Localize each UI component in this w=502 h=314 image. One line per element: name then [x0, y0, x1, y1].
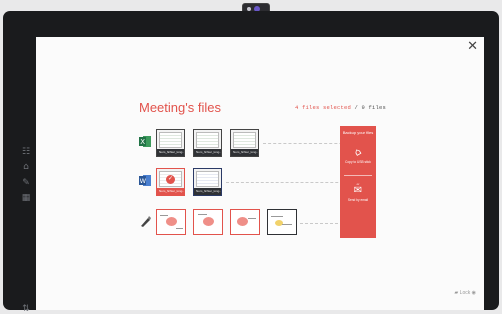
word-icon: W — [139, 175, 151, 186]
backup-panel: Backup your files ⌂ Copy to USB stick or… — [340, 126, 376, 238]
total-count: / 9 files — [354, 104, 386, 111]
file-thumbnail[interactable]: ✓ Nom_fichier_long... — [156, 168, 185, 196]
send-email-button[interactable]: Send by email — [340, 198, 376, 203]
drawing-thumbnail[interactable] — [267, 209, 297, 235]
file-thumbnail[interactable]: Nom_fichier_long... — [193, 129, 222, 157]
email-icon[interactable]: ✉ — [340, 185, 376, 196]
selected-count: 4 files selected — [294, 104, 351, 111]
file-name: Nom_fichier_long... — [231, 149, 258, 156]
display-bezel: ☷ ⌂ ✎ ▦ ⇅ ▭ → ⇅ ✕ Meeting's files 4 file… — [3, 11, 499, 314]
drawing-thumbnail[interactable] — [156, 209, 186, 235]
file-name: Nom_fichier_long... — [194, 188, 221, 195]
selection-counter: 4 files selected / 9 files — [295, 104, 386, 111]
file-thumbnail[interactable]: Nom_fichier_long... — [193, 168, 222, 196]
footer-controls: ▰ Lock ◉ — [454, 290, 476, 296]
folder-icon[interactable]: ▰ — [454, 290, 458, 296]
file-thumbnail[interactable]: Nom_fichier_long... — [156, 129, 185, 157]
excel-icon: X — [139, 136, 151, 147]
or-divider: or — [344, 172, 372, 186]
swap-icon[interactable]: ⇅ — [19, 304, 33, 314]
file-name: Nom_fichier_long... — [157, 188, 184, 195]
users-icon[interactable]: ☷ — [19, 147, 33, 157]
apps-icon[interactable]: ▦ — [19, 193, 33, 203]
file-name: Nom_fichier_long... — [194, 149, 221, 156]
pen-tool-icon[interactable]: ✎ — [19, 178, 33, 188]
dialog-title: Meeting's files — [139, 100, 221, 115]
lock-icon[interactable]: ◉ — [472, 290, 476, 296]
lock-label[interactable]: Lock — [460, 290, 471, 296]
checkmark-icon: ✓ — [166, 175, 175, 184]
pen-icon — [141, 216, 151, 227]
file-name: Nom_fichier_long... — [157, 149, 184, 156]
close-icon[interactable]: ✕ — [467, 39, 478, 54]
backup-panel-title: Backup your files — [342, 130, 374, 135]
drawing-thumbnail[interactable] — [193, 209, 223, 235]
file-thumbnail[interactable]: Nom_fichier_long... — [230, 129, 259, 157]
svg-text:W: W — [140, 177, 147, 185]
home-icon[interactable]: ⌂ — [19, 162, 33, 172]
left-toolbar: ☷ ⌂ ✎ ▦ ⇅ — [15, 37, 37, 314]
screen: ✕ Meeting's files 4 files selected / 9 f… — [36, 37, 484, 310]
svg-text:X: X — [140, 138, 145, 146]
drawing-thumbnail[interactable] — [230, 209, 260, 235]
